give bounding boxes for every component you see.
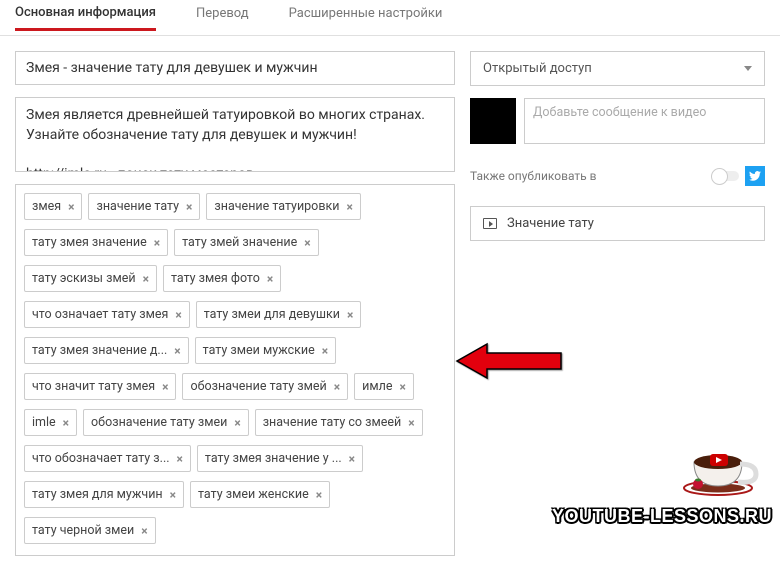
tag-chip[interactable]: тату черной змеи × xyxy=(24,517,156,544)
tag-label: значение тату xyxy=(96,199,179,214)
watermark-text: YOUTUBE-LESSONS.RU xyxy=(552,506,772,527)
tag-chip[interactable]: тату змея фото × xyxy=(163,265,281,292)
tag-remove-icon[interactable]: × xyxy=(304,236,310,250)
tag-chip[interactable]: тату змеи для девушки × xyxy=(196,301,362,328)
tag-chip[interactable]: значение татуировки × xyxy=(206,193,360,220)
tag-chip[interactable]: обозначение тату змеи × xyxy=(83,409,249,436)
tag-label: что обозначает тату з... xyxy=(32,451,170,466)
tag-label: тату змеи для девушки xyxy=(204,307,340,322)
tag-remove-icon[interactable]: × xyxy=(68,200,74,214)
tag-chip[interactable]: imle × xyxy=(24,409,77,436)
chevron-down-icon xyxy=(744,66,752,71)
tag-remove-icon[interactable]: × xyxy=(234,416,240,430)
tag-label: тату эскизы змей xyxy=(32,271,136,286)
share-label: Также опубликовать в xyxy=(470,169,597,183)
tab-advanced[interactable]: Расширенные настройки xyxy=(289,6,443,29)
tag-chip[interactable]: значение тату со змеей × xyxy=(255,409,423,436)
tag-chip[interactable]: тату змея значение у ... × xyxy=(197,445,363,472)
card-label: Значение тату xyxy=(507,216,594,231)
tag-remove-icon[interactable]: × xyxy=(316,488,322,502)
tag-remove-icon[interactable]: × xyxy=(349,452,355,466)
tag-chip[interactable]: что означает тату змея × xyxy=(24,301,190,328)
twitter-icon[interactable] xyxy=(745,166,765,186)
tag-chip[interactable]: значение тату × xyxy=(88,193,200,220)
tag-label: тату черной змеи xyxy=(32,523,134,538)
tab-translate[interactable]: Перевод xyxy=(196,6,249,29)
tag-label: тату змея значение д... xyxy=(32,343,167,358)
tag-label: тату змеи женские xyxy=(198,487,309,502)
tag-remove-icon[interactable]: × xyxy=(63,416,69,430)
tag-remove-icon[interactable]: × xyxy=(162,380,168,394)
tag-remove-icon[interactable]: × xyxy=(177,452,183,466)
tag-remove-icon[interactable]: × xyxy=(170,488,176,502)
tag-remove-icon[interactable]: × xyxy=(334,380,340,394)
share-toggle[interactable] xyxy=(713,171,739,181)
video-thumbnail xyxy=(470,98,516,144)
tag-remove-icon[interactable]: × xyxy=(408,416,414,430)
tag-label: значение тату со змеей xyxy=(263,415,402,430)
privacy-dropdown[interactable]: Открытый доступ xyxy=(470,51,765,86)
tag-label: тату змея для мужчин xyxy=(32,487,163,502)
tag-label: тату змея значение у ... xyxy=(205,451,342,466)
tag-chip[interactable]: тату змея для мужчин × xyxy=(24,481,184,508)
tag-remove-icon[interactable]: × xyxy=(186,200,192,214)
tab-basic[interactable]: Основная информация xyxy=(15,5,156,31)
tag-label: тату змеи мужские xyxy=(203,343,315,358)
tag-remove-icon[interactable]: × xyxy=(322,344,328,358)
tag-remove-icon[interactable]: × xyxy=(143,272,149,286)
tag-label: обозначение тату змеи xyxy=(91,415,227,430)
tag-chip[interactable]: тату эскизы змей × xyxy=(24,265,157,292)
title-input[interactable] xyxy=(15,51,455,85)
tag-remove-icon[interactable]: × xyxy=(175,308,181,322)
tags-input[interactable]: змея×значение тату×значение татуировки×т… xyxy=(15,184,455,556)
tag-remove-icon[interactable]: × xyxy=(399,380,405,394)
tag-label: тату змея фото xyxy=(171,271,260,286)
tag-remove-icon[interactable]: × xyxy=(267,272,273,286)
tag-chip[interactable]: тату змеи мужские × xyxy=(195,337,336,364)
privacy-label: Открытый доступ xyxy=(483,61,592,76)
tag-remove-icon[interactable]: × xyxy=(346,200,352,214)
tag-remove-icon[interactable]: × xyxy=(141,524,147,538)
tag-label: имле xyxy=(362,379,392,394)
tag-chip[interactable]: что значит тату змея × xyxy=(24,373,176,400)
tag-chip[interactable]: тату змея значение д... × xyxy=(24,337,189,364)
tag-chip[interactable]: змея × xyxy=(24,193,82,220)
tabs-bar: Основная информация Перевод Расширенные … xyxy=(0,0,780,36)
tag-label: змея xyxy=(32,199,61,214)
tag-chip[interactable]: тату змея значение × xyxy=(24,229,168,256)
tag-label: imle xyxy=(32,415,56,430)
video-card-icon xyxy=(483,218,497,229)
tag-chip[interactable]: что обозначает тату з... × xyxy=(24,445,191,472)
tag-remove-icon[interactable]: × xyxy=(174,344,180,358)
tag-chip[interactable]: имле × xyxy=(354,373,414,400)
tag-label: тату змея значение xyxy=(32,235,147,250)
tag-remove-icon[interactable]: × xyxy=(154,236,160,250)
description-input[interactable]: Змея является древнейшей татуировкой во … xyxy=(15,97,455,172)
tag-label: обозначение тату змей xyxy=(190,379,326,394)
tag-chip[interactable]: тату змеи женские × xyxy=(190,481,330,508)
tag-label: что означает тату змея xyxy=(32,307,168,322)
end-screen-card[interactable]: Значение тату xyxy=(470,206,765,241)
tag-chip[interactable]: обозначение тату змей × xyxy=(182,373,348,400)
tag-label: значение татуировки xyxy=(214,199,339,214)
tag-label: тату змей значение xyxy=(182,235,297,250)
tag-label: что значит тату змея xyxy=(32,379,155,394)
tag-chip[interactable]: тату змей значение × xyxy=(174,229,318,256)
tag-remove-icon[interactable]: × xyxy=(347,308,353,322)
share-message-input[interactable]: Добавьте сообщение к видео xyxy=(524,98,765,144)
